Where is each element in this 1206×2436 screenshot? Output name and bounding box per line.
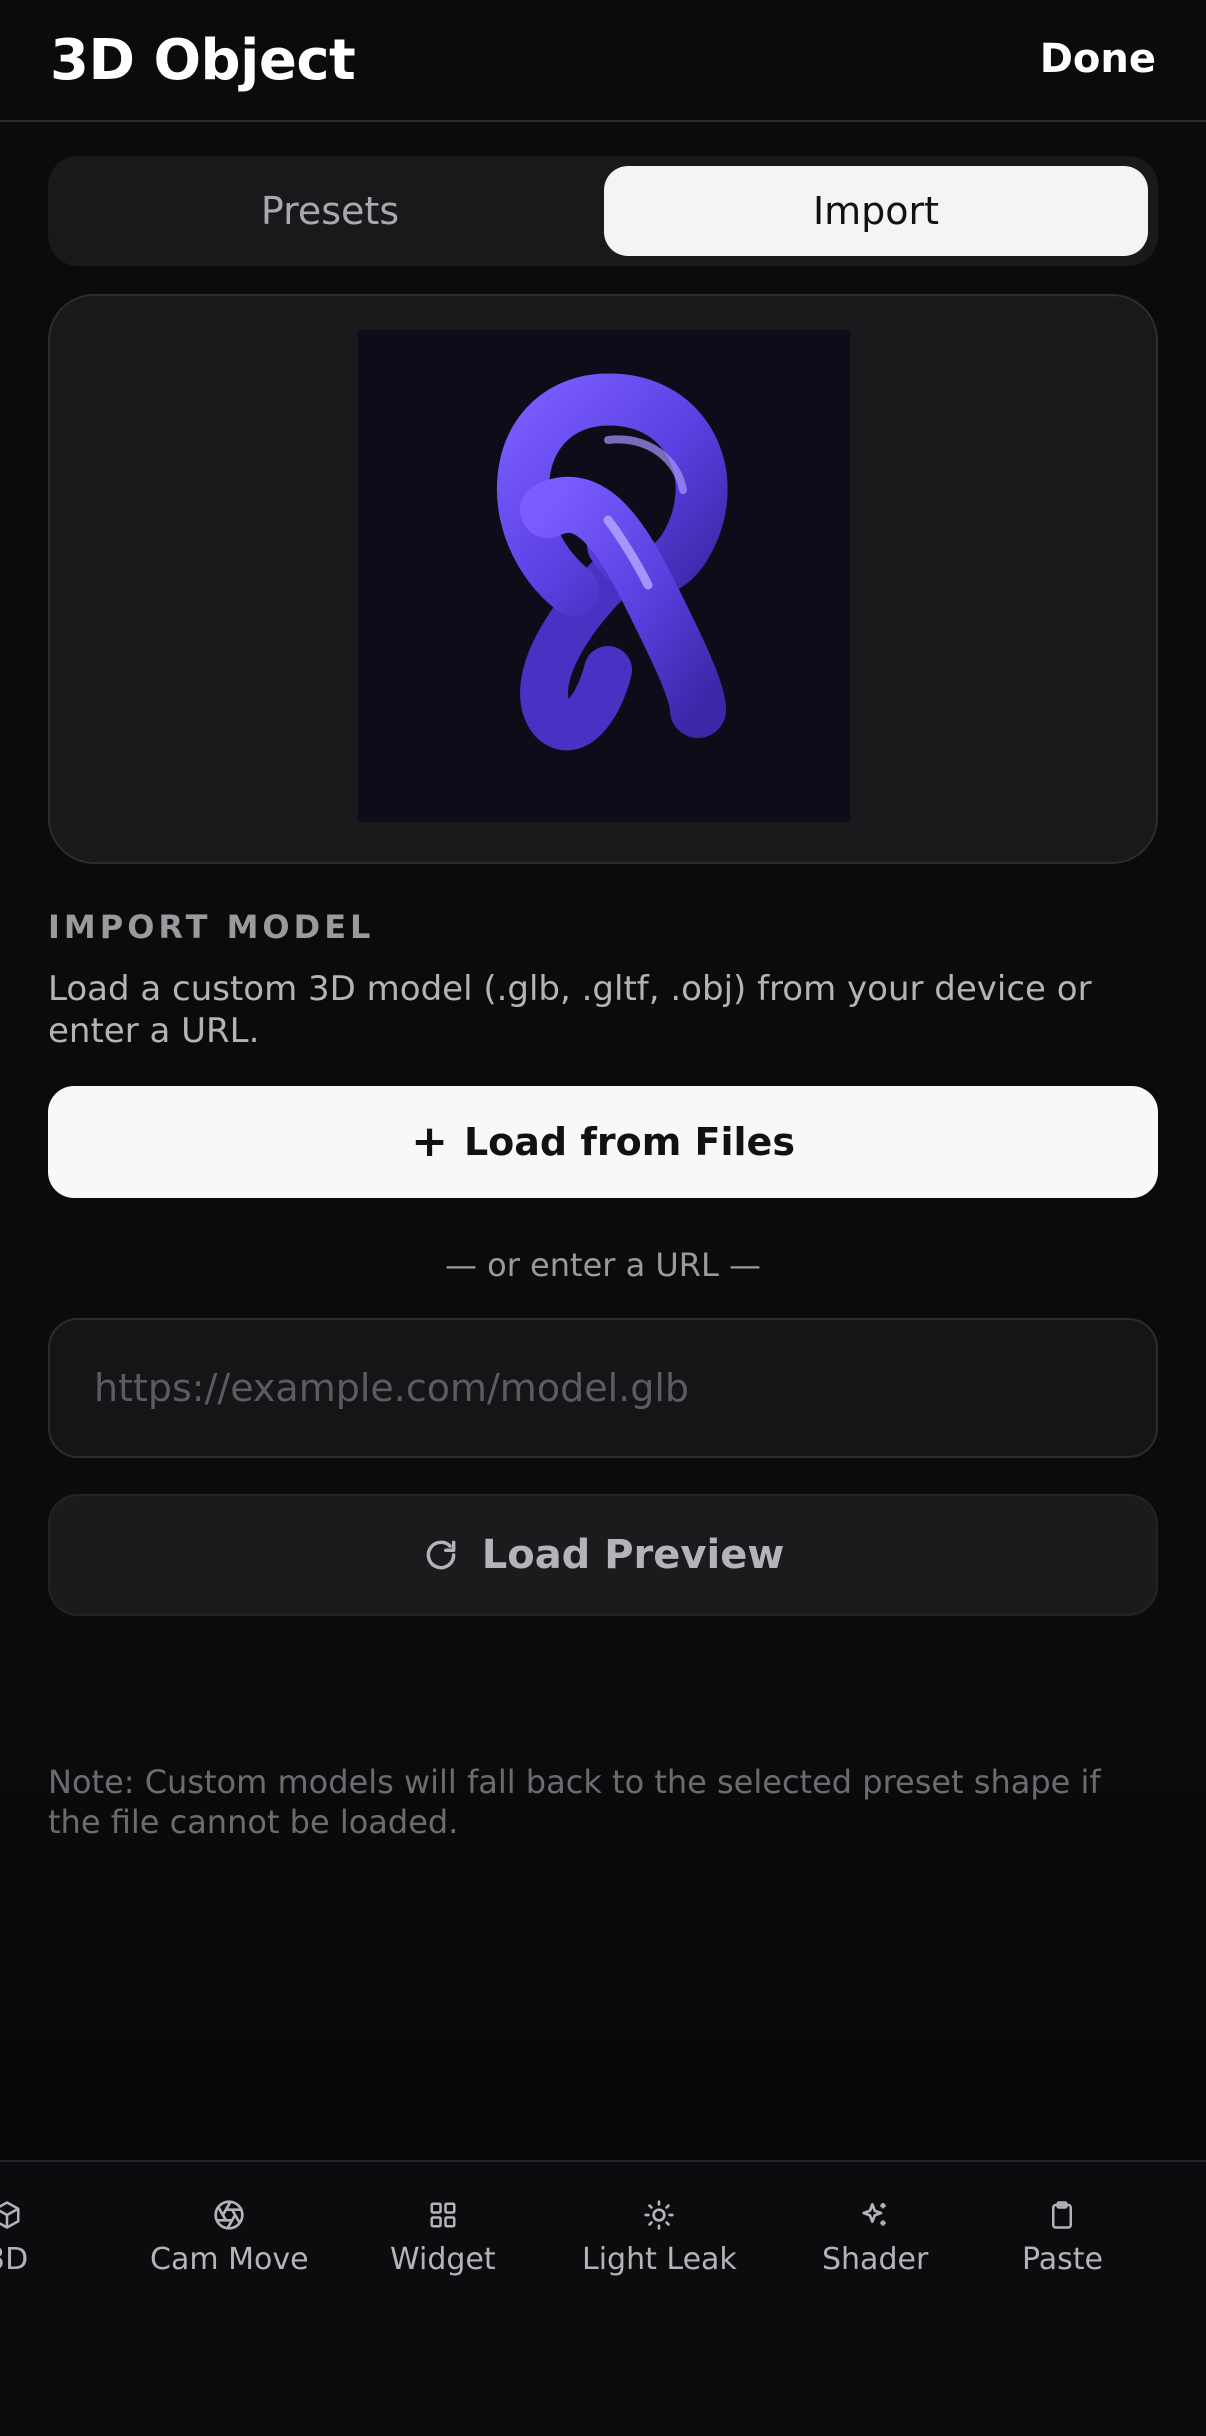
- model-preview-canvas[interactable]: [358, 330, 850, 822]
- grid-icon: [426, 2198, 460, 2232]
- tab-import[interactable]: Import: [604, 166, 1148, 256]
- load-preview-button[interactable]: Load Preview: [48, 1494, 1158, 1616]
- toolbar-item-label: Light Leak: [582, 2242, 737, 2277]
- cube-icon: [0, 2198, 24, 2232]
- bottom-toolbar: 3D Cam Move Widget Light Leak: [0, 2160, 1206, 2436]
- toolbar-item-label: 3D: [0, 2242, 29, 2277]
- model-preview-card: [48, 294, 1158, 864]
- toolbar-item-light-leak[interactable]: Light Leak: [582, 2198, 737, 2277]
- plus-icon: +: [411, 1116, 448, 1167]
- sparkles-icon: [858, 2198, 892, 2232]
- toolbar-item-cam-move[interactable]: Cam Move: [150, 2198, 309, 2277]
- fallback-note: Note: Custom models will fall back to th…: [48, 1763, 1101, 1841]
- toolbar-item-shader[interactable]: Shader: [822, 2198, 928, 2277]
- model-url-input[interactable]: [48, 1318, 1158, 1458]
- refresh-icon: [422, 1536, 460, 1574]
- toolbar-item-widget[interactable]: Widget: [390, 2198, 496, 2277]
- knot-model-image: [496, 373, 728, 751]
- tab-switcher: Presets Import: [48, 156, 1158, 266]
- done-button[interactable]: Done: [1040, 36, 1156, 82]
- toolbar-item-label: Shader: [822, 2242, 929, 2277]
- header: 3D Object Done: [0, 0, 1206, 122]
- tab-presets[interactable]: Presets: [58, 166, 602, 256]
- sun-icon: [642, 2198, 676, 2232]
- load-preview-label: Load Preview: [481, 1532, 785, 1578]
- import-model-heading: IMPORT MODEL: [48, 908, 375, 946]
- page-title: 3D Object: [50, 28, 356, 93]
- or-divider: — or enter a URL —: [444, 1246, 762, 1284]
- load-from-files-button[interactable]: + Load from Files: [48, 1086, 1158, 1198]
- load-from-files-label: Load from Files: [463, 1120, 795, 1164]
- clipboard-icon: [1045, 2198, 1079, 2232]
- toolbar-item-label: Paste: [1022, 2242, 1103, 2277]
- toolbar-item-label: Cam Move: [150, 2242, 309, 2277]
- toolbar-item-paste[interactable]: Paste: [1022, 2198, 1103, 2277]
- main-content: Presets Import IMPORT MODEL Load a custo…: [0, 122, 1206, 2160]
- aperture-icon: [212, 2198, 246, 2232]
- toolbar-item-label: Widget: [390, 2242, 496, 2277]
- import-description: Load a custom 3D model (.glb, .gltf, .ob…: [48, 969, 1092, 1051]
- toolbar-item-3d[interactable]: 3D: [0, 2198, 28, 2277]
